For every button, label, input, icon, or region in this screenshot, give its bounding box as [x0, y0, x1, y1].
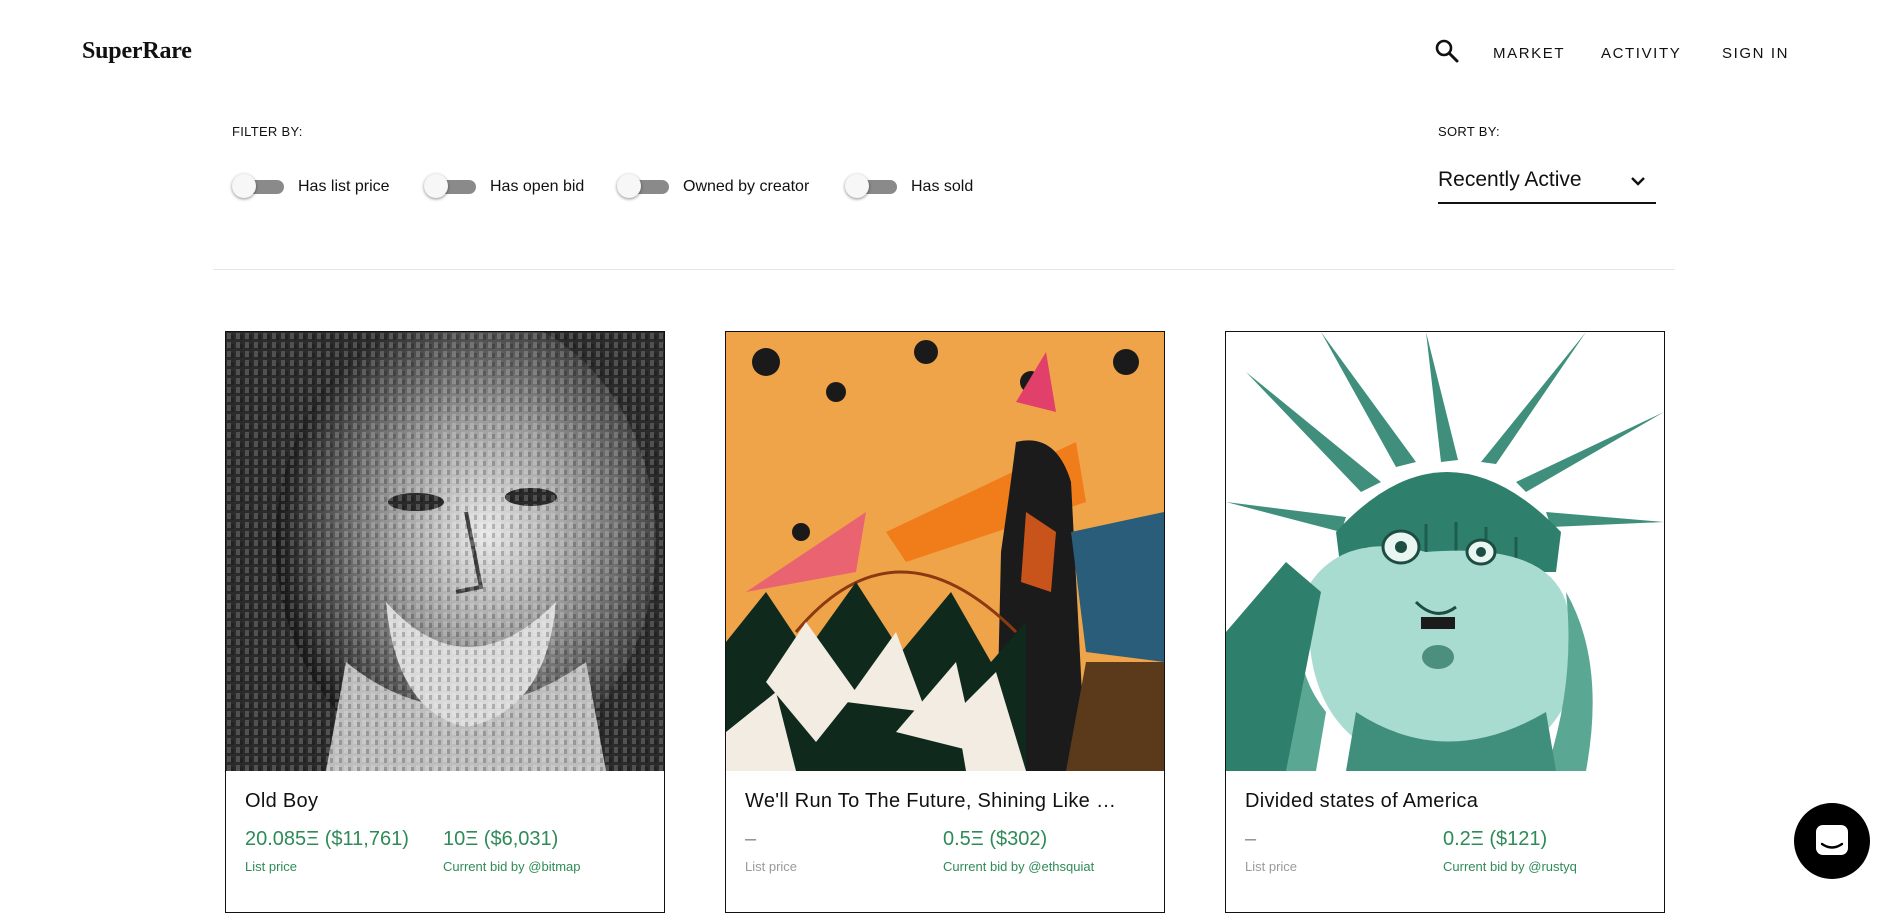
artwork-card[interactable]: We'll Run To The Future, Shining Like … … — [725, 331, 1165, 913]
toggle-track — [232, 174, 284, 198]
toggle-has-sold[interactable]: Has sold — [845, 174, 974, 200]
sort-select[interactable]: Recently Active — [1438, 162, 1656, 204]
toggle-knob — [845, 174, 869, 198]
list-price-label: List price — [745, 859, 798, 874]
superrare-logo[interactable]: SuperRare — [82, 38, 192, 65]
list-price-label: List price — [1245, 859, 1298, 874]
toggle-label: Has open bid — [490, 178, 585, 195]
current-bid: 0.5Ξ ($302) — [943, 828, 1048, 850]
nav-activity[interactable]: ACTIVITY — [1601, 45, 1681, 62]
card-title[interactable]: We'll Run To The Future, Shining Like … — [745, 790, 1145, 813]
artwork-image[interactable] — [226, 332, 664, 771]
filter-by-label: FILTER BY: — [232, 124, 303, 139]
card-title[interactable]: Divided states of America — [1245, 790, 1645, 813]
card-title[interactable]: Old Boy — [245, 790, 645, 813]
divider — [213, 269, 1675, 270]
toggle-knob — [232, 174, 256, 198]
list-price-label: List price — [245, 859, 298, 874]
chat-button[interactable] — [1794, 803, 1870, 879]
chat-icon — [1816, 825, 1848, 855]
list-price: 20.085Ξ ($11,761) — [245, 828, 409, 850]
toggle-label: Has list price — [298, 178, 390, 195]
toggle-has-open-bid[interactable]: Has open bid — [424, 174, 585, 200]
artwork-card[interactable]: Old Boy 20.085Ξ ($11,761) List price 10Ξ… — [225, 331, 665, 913]
nav-sign-in[interactable]: SIGN IN — [1722, 45, 1789, 62]
search-icon[interactable] — [1434, 38, 1460, 64]
toggle-track — [617, 174, 669, 198]
toggle-track — [424, 174, 476, 198]
list-price: – — [1245, 828, 1257, 850]
sort-by-label: SORT BY: — [1438, 124, 1500, 139]
toggle-knob — [424, 174, 448, 198]
current-bid-label: Current bid by @ethsquiat — [943, 859, 1095, 874]
artwork-image[interactable] — [1226, 332, 1664, 771]
current-bid-label: Current bid by @rustyq — [1443, 859, 1577, 874]
sort-selected-value: Recently Active — [1438, 168, 1582, 191]
toggle-has-list-price[interactable]: Has list price — [232, 174, 390, 200]
artwork-card[interactable]: Divided states of America – List price 0… — [1225, 331, 1665, 913]
nav-market[interactable]: MARKET — [1493, 45, 1565, 62]
toggle-track — [845, 174, 897, 198]
list-price: – — [745, 828, 757, 850]
current-bid: 10Ξ ($6,031) — [443, 828, 559, 850]
toggle-label: Owned by creator — [683, 178, 810, 195]
toggle-knob — [617, 174, 641, 198]
artwork-image[interactable] — [726, 332, 1164, 771]
toggle-owned-by-creator[interactable]: Owned by creator — [617, 174, 810, 200]
chevron-down-icon — [1631, 177, 1645, 186]
current-bid: 0.2Ξ ($121) — [1443, 828, 1548, 850]
toggle-label: Has sold — [911, 178, 974, 195]
current-bid-label: Current bid by @bitmap — [443, 859, 581, 874]
